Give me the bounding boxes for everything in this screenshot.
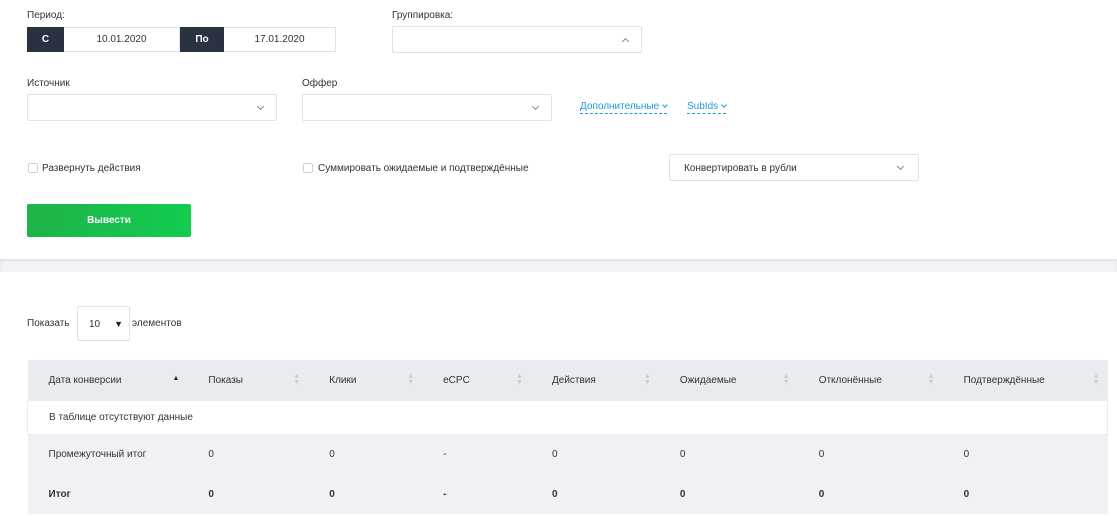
column-header-actions[interactable]: Действия ▲ ▼: [531, 360, 659, 401]
date-from-tag: С: [27, 27, 64, 52]
expand-actions-label: Развернуть действия: [42, 163, 141, 174]
date-to-tag: По: [180, 27, 224, 52]
subtotal-cell: 0: [551, 448, 558, 460]
column-header-expected[interactable]: Ожидаемые ▲ ▼: [659, 360, 798, 401]
sort-icon: ▲ ▼: [407, 373, 415, 386]
column-header-impressions[interactable]: Показы ▲ ▼: [187, 360, 308, 401]
total-cell: 0: [818, 488, 825, 500]
chevron-up-icon: [621, 37, 630, 46]
extra-filters-label: Дополнительные: [580, 101, 660, 112]
offer-select[interactable]: [302, 94, 552, 121]
page-length-value: 10: [89, 319, 101, 330]
subtotal-row: Промежуточный итог 0 0 - 0 0 0 0: [27, 434, 1108, 474]
conversions-table: Дата конверсии ▲ Показы ▲ ▼ Клики ▲ ▼ eCPC ▲ ▼ …: [27, 360, 1108, 514]
date-from-input[interactable]: 10.01.2020: [64, 27, 180, 52]
total-row: Итог 0 0 - 0 0 0 0: [27, 474, 1108, 514]
column-header-label: Показы: [208, 375, 243, 386]
column-header-label: eCPC: [443, 375, 470, 386]
sort-icon: ▲ ▼: [643, 373, 651, 386]
column-header-label: Клики: [329, 375, 357, 386]
sort-icon: ▲ ▼: [782, 373, 790, 386]
sort-icon: ▲ ▼: [516, 373, 523, 386]
source-label: Источник: [27, 78, 70, 89]
subids-link[interactable]: SubIds: [687, 101, 727, 114]
column-header-label: Дата конверсии: [48, 375, 122, 386]
sort-icon: ▲ ▼: [927, 373, 935, 386]
subtotal-cell: -: [443, 448, 447, 460]
total-cell: Итог: [48, 488, 71, 500]
elements-label: элементов: [132, 318, 182, 329]
convert-currency-select[interactable]: Конвертировать в рубли: [669, 154, 919, 181]
period-label: Период:: [27, 10, 65, 21]
column-header-conversion-date[interactable]: Дата конверсии ▲: [28, 360, 188, 401]
column-header-confirmed[interactable]: Подтверждённые ▲ ▼: [943, 360, 1108, 401]
extra-filters-link[interactable]: Дополнительные: [580, 101, 669, 114]
chevron-down-icon: [662, 102, 669, 108]
date-to-input[interactable]: 17.01.2020: [224, 27, 336, 52]
triangle-down-icon: ▼: [114, 319, 123, 329]
total-cell: 0: [551, 488, 558, 500]
sort-icon: ▲ ▼: [1092, 373, 1100, 386]
column-header-label: Ожидаемые: [679, 375, 737, 386]
column-header-label: Отклонённые: [818, 375, 882, 386]
chevron-down-icon: [896, 162, 905, 171]
column-header-label: Подтверждённые: [963, 375, 1045, 386]
total-cell: 0: [963, 488, 970, 500]
source-select[interactable]: [27, 94, 277, 121]
sort-icon: ▲ ▼: [293, 373, 301, 386]
subtotal-cell: Промежуточный итог: [48, 448, 147, 460]
sum-expected-confirmed-checkbox[interactable]: [303, 163, 313, 173]
total-cell: 0: [679, 488, 686, 500]
convert-currency-value: Конвертировать в рубли: [684, 163, 797, 174]
subids-label: SubIds: [687, 101, 719, 112]
chevron-down-icon: [721, 102, 727, 108]
empty-message: В таблице отсутствуют данные: [27, 401, 1108, 435]
chevron-down-icon: [531, 102, 540, 111]
total-cell: 0: [329, 488, 335, 500]
offer-label: Оффер: [302, 78, 338, 89]
subtotal-cell: 0: [818, 448, 825, 460]
subtotal-cell: 0: [679, 448, 686, 460]
subtotal-cell: 0: [963, 448, 970, 460]
sum-expected-confirmed-label: Суммировать ожидаемые и подтверждённые: [318, 163, 529, 174]
subtotal-cell: 0: [329, 448, 335, 460]
submit-button[interactable]: Вывести: [27, 204, 191, 237]
table-header-row: Дата конверсии ▲ Показы ▲ ▼ Клики ▲ ▼ eCPC ▲ ▼ …: [27, 360, 1108, 401]
total-cell: -: [443, 488, 447, 500]
grouping-select[interactable]: [392, 26, 642, 53]
subtotal-cell: 0: [208, 448, 214, 460]
page-length-select[interactable]: 10 ▼: [77, 306, 130, 341]
empty-row: В таблице отсутствуют данные: [27, 401, 1108, 435]
expand-actions-checkbox[interactable]: [28, 163, 38, 173]
column-header-label: Действия: [551, 375, 596, 386]
column-header-ecpc[interactable]: eCPC ▲ ▼: [422, 360, 531, 401]
column-header-rejected[interactable]: Отклонённые ▲ ▼: [798, 360, 943, 401]
sort-ascending-icon: ▲: [172, 375, 180, 382]
column-header-clicks[interactable]: Клики ▲ ▼: [308, 360, 422, 401]
grouping-label: Группировка:: [392, 10, 454, 21]
total-cell: 0: [208, 488, 214, 500]
section-divider: [0, 259, 1117, 272]
chevron-down-icon: [256, 102, 265, 111]
show-label: Показать: [27, 318, 70, 329]
